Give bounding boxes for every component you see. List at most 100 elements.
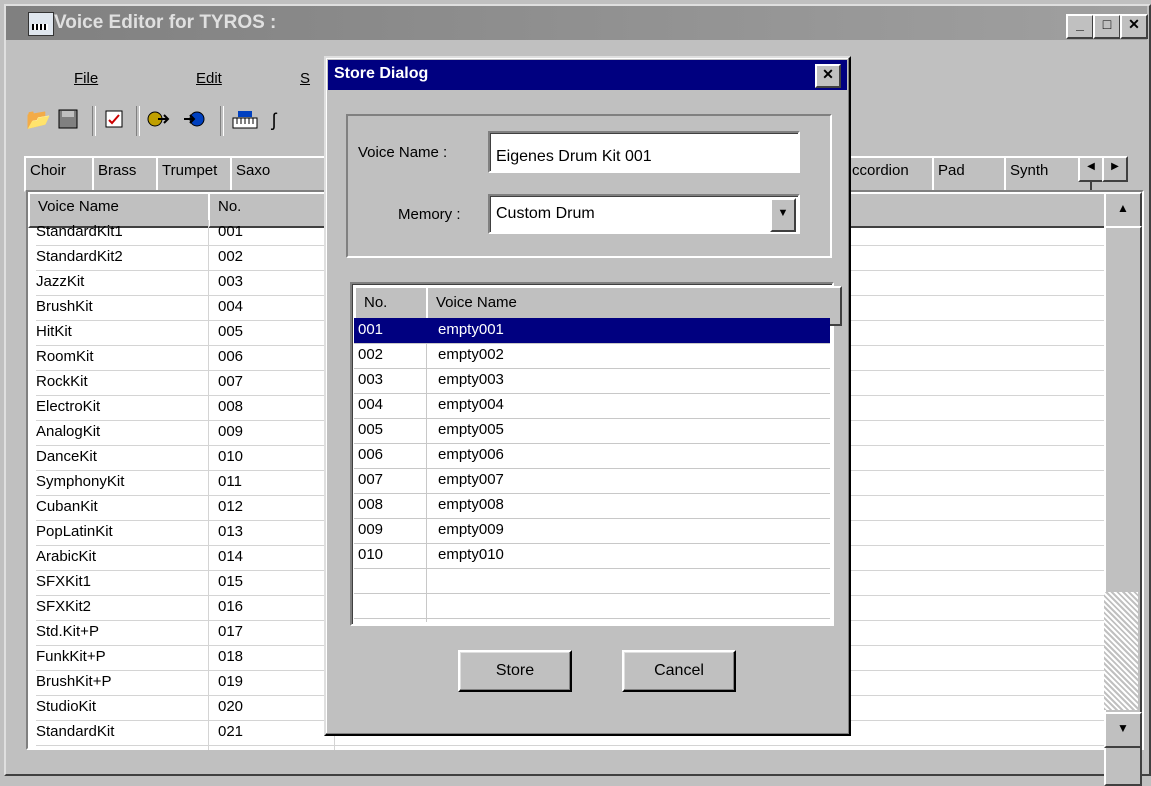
cancel-button[interactable]: Cancel (622, 650, 736, 692)
voice-name-cell: StudioKit (36, 698, 97, 715)
slot-name-cell: empty008 (438, 496, 504, 513)
scroll-down-icon[interactable]: ▼ (1104, 712, 1142, 748)
slot-row[interactable]: 002 empty002 (354, 343, 830, 369)
empty-slot-row (354, 568, 830, 594)
voice-number-cell: 016 (218, 598, 244, 615)
receive-icon[interactable] (182, 108, 206, 132)
tab-accordion[interactable]: ccordion (846, 156, 942, 192)
tab-brass[interactable]: Brass (92, 156, 166, 192)
voice-name-input[interactable] (488, 131, 800, 173)
slot-name-cell: empty005 (438, 421, 504, 438)
tab-saxophone[interactable]: Saxo (230, 156, 332, 192)
tab-pad[interactable]: Pad (932, 156, 1014, 192)
app-icon (28, 12, 54, 36)
slot-number-cell: 002 (358, 346, 384, 363)
slot-row[interactable]: 005 empty005 (354, 418, 830, 444)
slot-row[interactable]: 009 empty009 (354, 518, 830, 544)
voice-number-cell: 010 (218, 448, 244, 465)
dialog-title: Store Dialog (334, 65, 429, 82)
voice-number-cell: 007 (218, 373, 244, 390)
voice-name-cell: FunkKit+P (36, 648, 106, 665)
memory-slot-list: No. Voice Name 001 empty001 002 empty002 003… (350, 282, 842, 626)
slot-row[interactable]: 004 empty004 (354, 393, 830, 419)
slot-row[interactable]: 007 empty007 (354, 468, 830, 494)
slot-name-cell: empty002 (438, 346, 504, 363)
voice-name-cell: StandardKit1 (36, 223, 123, 240)
voice-name-cell: ArabicKit (36, 548, 97, 565)
tab-choir[interactable]: Choir (24, 156, 102, 192)
tab-trumpet[interactable]: Trumpet (156, 156, 240, 192)
open-icon[interactable]: 📂 (26, 108, 51, 132)
slot-name-cell: empty009 (438, 521, 504, 538)
send-icon[interactable] (146, 108, 170, 132)
slot-number-cell: 007 (358, 471, 384, 488)
voice-name-cell: AnalogKit (36, 423, 101, 440)
slot-row[interactable]: 003 empty003 (354, 368, 830, 394)
memory-select-value: Custom Drum (496, 205, 595, 222)
list-scrollbar[interactable]: ▲ ▼ (1104, 192, 1142, 786)
voice-name-cell: SymphonyKit (36, 473, 125, 490)
voice-name-cell: JazzKit (36, 273, 85, 290)
slot-number-cell: 003 (358, 371, 384, 388)
voice-number-cell: 001 (218, 223, 244, 240)
menu-third[interactable]: S (300, 70, 310, 87)
slot-name-cell: empty007 (438, 471, 504, 488)
dialog-title-bar[interactable]: Store Dialog ✕ (328, 60, 847, 90)
main-title-bar[interactable]: Voice Editor for TYROS : _ □ ✕ (6, 6, 1148, 40)
scroll-up-icon[interactable]: ▲ (1104, 192, 1142, 228)
slot-number-cell: 001 (358, 321, 384, 338)
close-button[interactable]: ✕ (1120, 14, 1148, 39)
voice-number-cell: 008 (218, 398, 244, 415)
ear-icon[interactable]: ʃ (262, 108, 286, 132)
voice-name-cell: DanceKit (36, 448, 97, 465)
voice-number-cell: 006 (218, 348, 244, 365)
voice-name-cell: ElectroKit (36, 398, 101, 415)
chevron-down-icon[interactable]: ▼ (770, 198, 796, 232)
voice-number-cell: 019 (218, 673, 244, 690)
voice-number-cell: 002 (218, 248, 244, 265)
slot-row[interactable]: 008 empty008 (354, 493, 830, 519)
voice-name-cell: BrushKit (36, 298, 93, 315)
dialog-close-icon[interactable]: ✕ (815, 64, 841, 88)
slot-name-cell: empty010 (438, 546, 504, 563)
slot-row[interactable]: 001 empty001 (354, 318, 830, 344)
voice-name-cell: BrushKit+P (36, 673, 112, 690)
keyboard-icon[interactable] (232, 108, 258, 132)
voice-number-cell: 013 (218, 523, 244, 540)
menu-file[interactable]: File (74, 70, 98, 87)
voice-number-cell: 017 (218, 623, 244, 640)
tab-scroll-right-icon[interactable]: ▶ (1102, 156, 1128, 182)
voice-name-cell: SFXKit2 (36, 598, 92, 615)
voice-number-cell: 005 (218, 323, 244, 340)
store-button[interactable]: Store (458, 650, 572, 692)
voice-number-cell: 003 (218, 273, 244, 290)
minimize-button[interactable]: _ (1066, 14, 1094, 39)
properties-icon[interactable] (102, 108, 126, 132)
voice-number-cell: 018 (218, 648, 244, 665)
tab-scroll-left-icon[interactable]: ◀ (1078, 156, 1104, 182)
voice-number-cell: 004 (218, 298, 244, 315)
toolbar-separator (92, 106, 96, 136)
voice-number-cell: 015 (218, 573, 244, 590)
slot-name-cell: empty004 (438, 396, 504, 413)
slot-number-cell: 004 (358, 396, 384, 413)
voice-name-cell: StandardKit (36, 723, 115, 740)
voice-name-cell: CubanKit (36, 498, 98, 515)
save-icon[interactable] (56, 108, 80, 132)
voice-number-cell: 012 (218, 498, 244, 515)
menu-edit[interactable]: Edit (196, 70, 222, 87)
slot-name-cell: empty001 (438, 321, 504, 338)
slot-row[interactable]: 006 empty006 (354, 443, 830, 469)
maximize-button[interactable]: □ (1093, 14, 1121, 39)
slot-number-cell: 008 (358, 496, 384, 513)
scroll-track[interactable] (1104, 592, 1138, 710)
slot-number-cell: 010 (358, 546, 384, 563)
voice-number-cell: 021 (218, 723, 244, 740)
voice-name-cell: RoomKit (36, 348, 94, 365)
toolbar-separator (136, 106, 140, 136)
memory-select[interactable]: Custom Drum ▼ (488, 194, 800, 234)
voice-name-cell: RockKit (36, 373, 88, 390)
voice-number-cell: 011 (218, 473, 242, 490)
memory-label: Memory : (398, 206, 461, 223)
slot-row[interactable]: 010 empty010 (354, 543, 830, 569)
